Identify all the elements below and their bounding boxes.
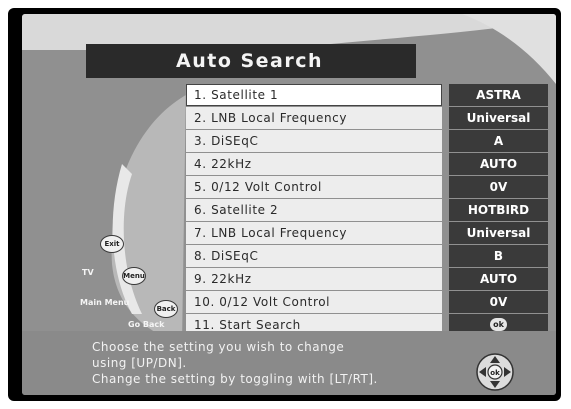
menu-row-value[interactable]: Universal — [449, 107, 548, 129]
menu-row[interactable]: 6. Satellite 2 HOTBIRD — [186, 199, 548, 221]
tv-frame: Auto Search 1. Satellite 1 ASTRA 2. LNB Lo… — [8, 8, 561, 401]
menu-row-label: 10. 0/12 Volt Control — [186, 291, 442, 313]
menu-row-label: 1. Satellite 1 — [186, 84, 442, 106]
menu-row-label: 9. 22kHz — [186, 268, 442, 290]
back-button[interactable]: Back — [154, 300, 178, 318]
tv-label: TV — [82, 268, 94, 277]
menu-row[interactable]: 8. DiSEqC B — [186, 245, 548, 267]
menu-row-value[interactable]: A — [449, 130, 548, 152]
settings-menu: 1. Satellite 1 ASTRA 2. LNB Local Frequenc… — [186, 84, 548, 337]
menu-row-value[interactable]: 0V — [449, 176, 548, 198]
menu-row-value[interactable]: 0V — [449, 291, 548, 313]
page-title: Auto Search — [86, 44, 416, 78]
menu-row-label: 3. DiSEqC — [186, 130, 442, 152]
menu-button[interactable]: Menu — [122, 267, 146, 285]
osd-screen: Auto Search 1. Satellite 1 ASTRA 2. LNB Lo… — [22, 14, 556, 395]
menu-row-value[interactable]: ASTRA — [449, 84, 548, 106]
go-back-label: Go Back — [128, 320, 165, 329]
menu-row-value[interactable]: B — [449, 245, 548, 267]
menu-row[interactable]: 3. DiSEqC A — [186, 130, 548, 152]
menu-row-value[interactable]: AUTO — [449, 153, 548, 175]
menu-row-label: 5. 0/12 Volt Control — [186, 176, 442, 198]
menu-row-value[interactable]: Universal — [449, 222, 548, 244]
navigation-pad-icon: ok — [476, 353, 514, 391]
help-line-1: Choose the setting you wish to change — [92, 340, 345, 354]
help-line-2: using [UP/DN]. — [92, 356, 187, 370]
menu-row[interactable]: 7. LNB Local Frequency Universal — [186, 222, 548, 244]
menu-row[interactable]: 4. 22kHz AUTO — [186, 153, 548, 175]
menu-row[interactable]: 1. Satellite 1 ASTRA — [186, 84, 548, 106]
menu-row[interactable]: 5. 0/12 Volt Control 0V — [186, 176, 548, 198]
main-menu-label: Main Menu — [80, 298, 130, 307]
ok-icon[interactable]: ok — [490, 318, 507, 331]
menu-row-label: 8. DiSEqC — [186, 245, 442, 267]
exit-button[interactable]: Exit — [100, 235, 124, 253]
navpad-ok-label: ok — [490, 369, 500, 377]
menu-row[interactable]: 10. 0/12 Volt Control 0V — [186, 291, 548, 313]
menu-row-label: 7. LNB Local Frequency — [186, 222, 442, 244]
menu-row-value[interactable]: HOTBIRD — [449, 199, 548, 221]
menu-row-label: 2. LNB Local Frequency — [186, 107, 442, 129]
menu-row-label: 4. 22kHz — [186, 153, 442, 175]
menu-row-label: 6. Satellite 2 — [186, 199, 442, 221]
help-line-3: Change the setting by toggling with [LT/… — [92, 372, 378, 386]
menu-row-value[interactable]: AUTO — [449, 268, 548, 290]
menu-row[interactable]: 2. LNB Local Frequency Universal — [186, 107, 548, 129]
menu-row[interactable]: 9. 22kHz AUTO — [186, 268, 548, 290]
